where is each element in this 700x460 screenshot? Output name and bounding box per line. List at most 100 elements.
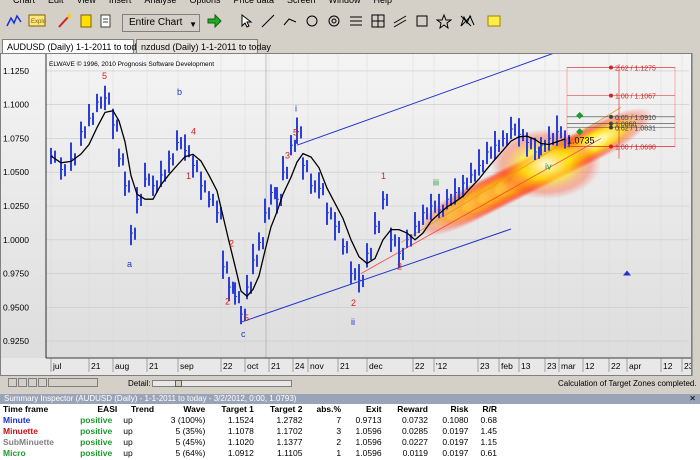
detail-slider-handle[interactable] xyxy=(175,380,182,387)
last-price-label: 1.0735 xyxy=(567,135,595,145)
table-header: Time frame EASI Trend Wave Target 1 Target 2 a… xyxy=(0,404,500,415)
x-tick-label: 12 xyxy=(663,361,673,371)
box-icon[interactable] xyxy=(412,11,432,31)
target-marker xyxy=(609,93,613,98)
zoom-range-select[interactable]: Entire Chart ▼ xyxy=(122,14,200,32)
wave-label: c xyxy=(241,329,246,339)
menu-item-price-data[interactable]: Price data xyxy=(233,0,274,5)
fib-icon[interactable] xyxy=(346,11,366,31)
x-tick-label: jul xyxy=(52,361,62,371)
target-icon[interactable] xyxy=(324,11,344,31)
cursor-icon[interactable] xyxy=(236,11,256,31)
scroll-next-button[interactable] xyxy=(28,378,37,387)
column-header: Reward xyxy=(397,404,428,414)
summary-table: Time frame EASI Trend Wave Target 1 Target 2 a… xyxy=(0,404,500,459)
menu-item-analyse[interactable]: Analyse xyxy=(144,0,176,5)
y-tick-label: 1.0000 xyxy=(3,235,29,245)
menu-item-options[interactable]: Options xyxy=(189,0,220,5)
table-cell: 1.15 xyxy=(480,437,497,447)
column-header: Exit xyxy=(365,404,382,414)
yellow-marker-icon[interactable] xyxy=(76,11,96,31)
channel-icon[interactable] xyxy=(390,11,410,31)
column-header: EASI xyxy=(97,404,118,414)
chart-area[interactable]: 5 b a 4 1 2 c 5 5 3 1 2 i 2 ii iii iv 2 1.0735 2.62 / 1.12… xyxy=(0,53,692,376)
target-marker xyxy=(609,125,613,130)
table-cell: 1.0912 xyxy=(227,448,254,458)
vertical-scrollbar[interactable] xyxy=(692,53,700,376)
table-cell: 1.2782 xyxy=(276,415,303,425)
chart-wave-icon[interactable] xyxy=(4,11,24,31)
menu-item-chart[interactable]: Chart xyxy=(13,0,35,5)
wave-label: ii xyxy=(351,317,355,327)
menu-item-edit[interactable]: Edit xyxy=(48,0,64,5)
table-cell: positive xyxy=(80,415,113,425)
table-cell: 5 (45%) xyxy=(175,437,206,447)
wave-label: 5 xyxy=(244,313,249,323)
inspector-title: Summary Inspector (AUDUSD (Daily) - 1-1-… xyxy=(4,394,297,403)
svg-text:Explo: Explo xyxy=(31,19,46,25)
table-cell: 1.1020 xyxy=(227,437,254,447)
target-marker xyxy=(609,114,613,119)
table-cell: up xyxy=(123,426,133,436)
table-cell: 7 xyxy=(336,415,342,425)
price-chart[interactable]: 5ba412c55312i2iiiiiiv21.0735 2.62 / 1.12… xyxy=(1,54,691,375)
table-cell: 1.1105 xyxy=(277,448,303,458)
wave-label: 3 xyxy=(285,151,290,161)
target-marker xyxy=(609,65,613,70)
scroll-last-button[interactable] xyxy=(38,378,47,387)
zoom-range-value: Entire Chart xyxy=(129,17,183,28)
tab-nzdusd[interactable]: nzdusd (Daily) 1-1-2011 to today xyxy=(136,39,271,53)
close-icon[interactable]: ✕ xyxy=(689,394,696,404)
table-cell: 5 (35%) xyxy=(175,426,206,436)
target-marker xyxy=(609,121,613,126)
table-cell: 0.1080 xyxy=(442,415,469,425)
wave-label: 2 xyxy=(351,298,356,308)
table-cell: 1.1078 xyxy=(227,426,254,436)
table-row[interactable]: Minute positive up 3 (100%) 1.1524 1.2782 7 0.9… xyxy=(0,415,500,426)
star-icon[interactable] xyxy=(434,11,454,31)
scroll-first-button[interactable] xyxy=(8,378,17,387)
scroll-track[interactable] xyxy=(48,378,98,387)
table-row[interactable]: SubMinuette positive up 5 (45%) 1.1020 1.1377… xyxy=(0,437,500,448)
x-tick-label: 21 xyxy=(149,361,159,371)
y-tick-label: 1.0750 xyxy=(3,133,29,143)
x-tick-label: nov xyxy=(310,361,324,371)
x-tick-label: 12 xyxy=(585,361,595,371)
table-cell: up xyxy=(123,415,133,425)
tab-audusd[interactable]: AUDUSD (Daily) 1-1-2011 to today xyxy=(2,39,146,53)
menu-item-view[interactable]: View xyxy=(77,0,96,5)
table-cell: Micro xyxy=(3,448,26,458)
detail-slider[interactable] xyxy=(152,380,292,387)
trend-tool-icon[interactable] xyxy=(280,11,300,31)
wave-count-icon[interactable] xyxy=(458,11,478,31)
table-cell: 1.1377 xyxy=(276,437,303,447)
table-cell: 0.0732 xyxy=(401,415,428,425)
pencil-icon[interactable] xyxy=(54,11,74,31)
document-icon[interactable] xyxy=(96,11,116,31)
line-tool-icon[interactable] xyxy=(258,11,278,31)
yellow-note-icon[interactable] xyxy=(484,11,504,31)
green-arrow-icon[interactable] xyxy=(204,11,224,31)
wave-label: 1 xyxy=(381,171,386,181)
grid-icon[interactable] xyxy=(368,11,388,31)
target-label: 1.00 / 1.1067 xyxy=(615,94,656,101)
menu-item-help[interactable]: Help xyxy=(374,0,393,5)
scroll-prev-button[interactable] xyxy=(18,378,27,387)
horizontal-scroll-buttons xyxy=(8,378,98,388)
menu-item-screen[interactable]: Screen xyxy=(287,0,316,5)
table-row[interactable]: Minuette positive up 5 (35%) 1.1078 1.1702 3 1.… xyxy=(0,426,500,437)
table-cell: 5 (64%) xyxy=(175,448,206,458)
x-tick-label: 21 xyxy=(340,361,350,371)
menu-item-insert[interactable]: Insert xyxy=(109,0,132,5)
x-tick-label: 22 xyxy=(611,361,621,371)
circle-icon[interactable] xyxy=(302,11,322,31)
table-cell: 0.0197 xyxy=(442,448,469,458)
table-cell: 0.0197 xyxy=(442,437,469,447)
table-cell: 1.0596 xyxy=(355,448,382,458)
zoom-icon[interactable]: Explo xyxy=(26,11,48,31)
x-tick-label: 21 xyxy=(91,361,101,371)
menu-item-window[interactable]: Window xyxy=(329,0,361,5)
wave-label: 5 xyxy=(293,128,298,138)
toolbar: Explo Entire Chart ▼ xyxy=(0,6,700,39)
table-row[interactable]: Micro positive up 5 (64%) 1.0912 1.1105 1 1.059… xyxy=(0,448,500,459)
